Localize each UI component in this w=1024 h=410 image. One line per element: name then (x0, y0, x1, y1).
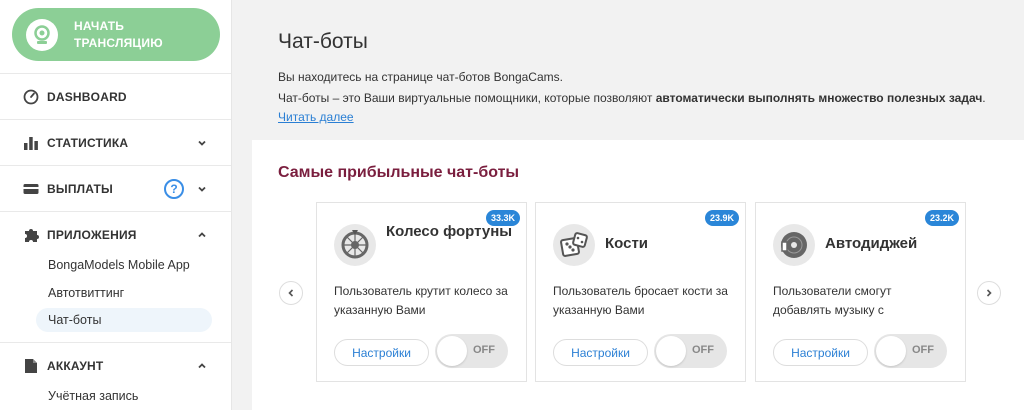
start-stream-button[interactable]: НАЧАТЬ ТРАНСЛЯЦИЮ (12, 8, 220, 61)
sidebar-item-statistics[interactable]: СТАТИСТИКА (0, 119, 231, 165)
chatbot-card-autodj: 23.2K Автодиджей Пользователи смогут доб… (755, 202, 966, 382)
settings-button[interactable]: Настройки (553, 339, 648, 366)
chatbot-description: Пользователь крутит колесо за указанную … (334, 284, 508, 317)
start-stream-label: НАЧАТЬ ТРАНСЛЯЦИЮ (74, 18, 163, 50)
sidebar: НАЧАТЬ ТРАНСЛЯЦИЮ DASHBOARD СТАТИСТИКА В… (0, 0, 232, 410)
chatbot-description: Пользователь бросает кости за указанную … (553, 284, 728, 317)
read-more-link[interactable]: Читать далее (278, 110, 354, 124)
chatbot-card-dice: 23.9K Кости Пользователь бросает кости з… (535, 202, 746, 382)
sidebar-subitem-chatbots[interactable]: Чат-боты (36, 308, 212, 332)
settings-button[interactable]: Настройки (334, 339, 429, 366)
chevron-right-icon (986, 289, 992, 297)
sidebar-item-label: СТАТИСТИКА (47, 135, 129, 150)
settings-button[interactable]: Настройки (773, 339, 868, 366)
chevron-down-icon (198, 140, 206, 146)
wallet-icon (22, 180, 40, 198)
toggle-state-label: OFF (473, 344, 495, 356)
sidebar-item-applications[interactable]: ПРИЛОЖЕНИЯ (0, 211, 231, 257)
chatbot-toggle[interactable]: OFF (654, 334, 727, 368)
carousel-next-button[interactable] (977, 281, 1001, 305)
webcam-icon (26, 18, 58, 51)
sidebar-subitem-account-settings[interactable]: Учётная запись (36, 384, 212, 408)
carousel-prev-button[interactable] (279, 281, 303, 305)
document-icon (22, 357, 40, 375)
intro-end: . (982, 91, 986, 105)
puzzle-icon (22, 226, 40, 244)
gauge-icon (22, 88, 40, 106)
toggle-knob (437, 336, 467, 366)
chevron-up-icon (198, 362, 206, 368)
sidebar-subitem-autotweeting[interactable]: Автотвиттинг (36, 281, 212, 305)
toggle-knob (656, 336, 686, 366)
section-title: Самые прибыльные чат-боты (278, 164, 520, 181)
chatbot-toggle[interactable]: OFF (435, 334, 508, 368)
sidebar-item-label: DASHBOARD (47, 89, 127, 104)
chevron-down-icon (198, 186, 206, 192)
top-chatbots-panel: Самые прибыльные чат-боты 33.3K Колесо ф… (252, 140, 1024, 410)
intro-plain: Чат-боты – это Ваши виртуальные помощник… (278, 91, 656, 105)
main-content: Чат-боты Вы находитесь на странице чат-б… (233, 0, 1024, 410)
fortune-wheel-icon (334, 224, 376, 266)
chatbot-card-fortune-wheel: 33.3K Колесо фортуны Пользователь крутит… (316, 202, 527, 382)
vinyl-icon (773, 224, 815, 266)
chevron-left-icon (288, 289, 294, 297)
intro-bold: автоматически выполнять множество полезн… (655, 91, 983, 105)
toggle-knob (876, 336, 906, 366)
chatbot-name: Кости (605, 235, 649, 252)
toggle-state-label: OFF (912, 344, 934, 356)
earnings-badge: 23.2K (924, 210, 959, 226)
bar-chart-icon (22, 134, 40, 152)
sidebar-item-label: АККАУНТ (47, 358, 104, 373)
dice-icon (553, 224, 595, 266)
sidebar-item-payouts[interactable]: ВЫПЛАТЫ ? (0, 165, 231, 211)
help-icon[interactable]: ? (164, 178, 184, 199)
chatbot-name: Колесо фортуны (386, 223, 513, 240)
page-title: Чат-боты (278, 30, 368, 53)
intro-description: Чат-боты – это Ваши виртуальные помощник… (278, 89, 1013, 127)
earnings-badge: 23.9K (704, 210, 739, 226)
chatbot-description: Пользователи смогут добавлять музыку с (773, 284, 892, 317)
sidebar-item-label: ПРИЛОЖЕНИЯ (47, 227, 137, 242)
chevron-up-icon (198, 231, 206, 237)
chatbot-name: Автодиджей (825, 235, 918, 252)
chatbot-toggle[interactable]: OFF (874, 334, 947, 368)
intro-text: Вы находитесь на странице чат-ботов Bong… (278, 70, 563, 84)
sidebar-item-account[interactable]: АККАУНТ (0, 342, 231, 388)
sidebar-item-label: ВЫПЛАТЫ (47, 181, 114, 196)
toggle-state-label: OFF (692, 344, 714, 356)
sidebar-subitem-mobile-app[interactable]: BongaModels Mobile App (36, 253, 212, 277)
sidebar-item-dashboard[interactable]: DASHBOARD (0, 73, 231, 119)
